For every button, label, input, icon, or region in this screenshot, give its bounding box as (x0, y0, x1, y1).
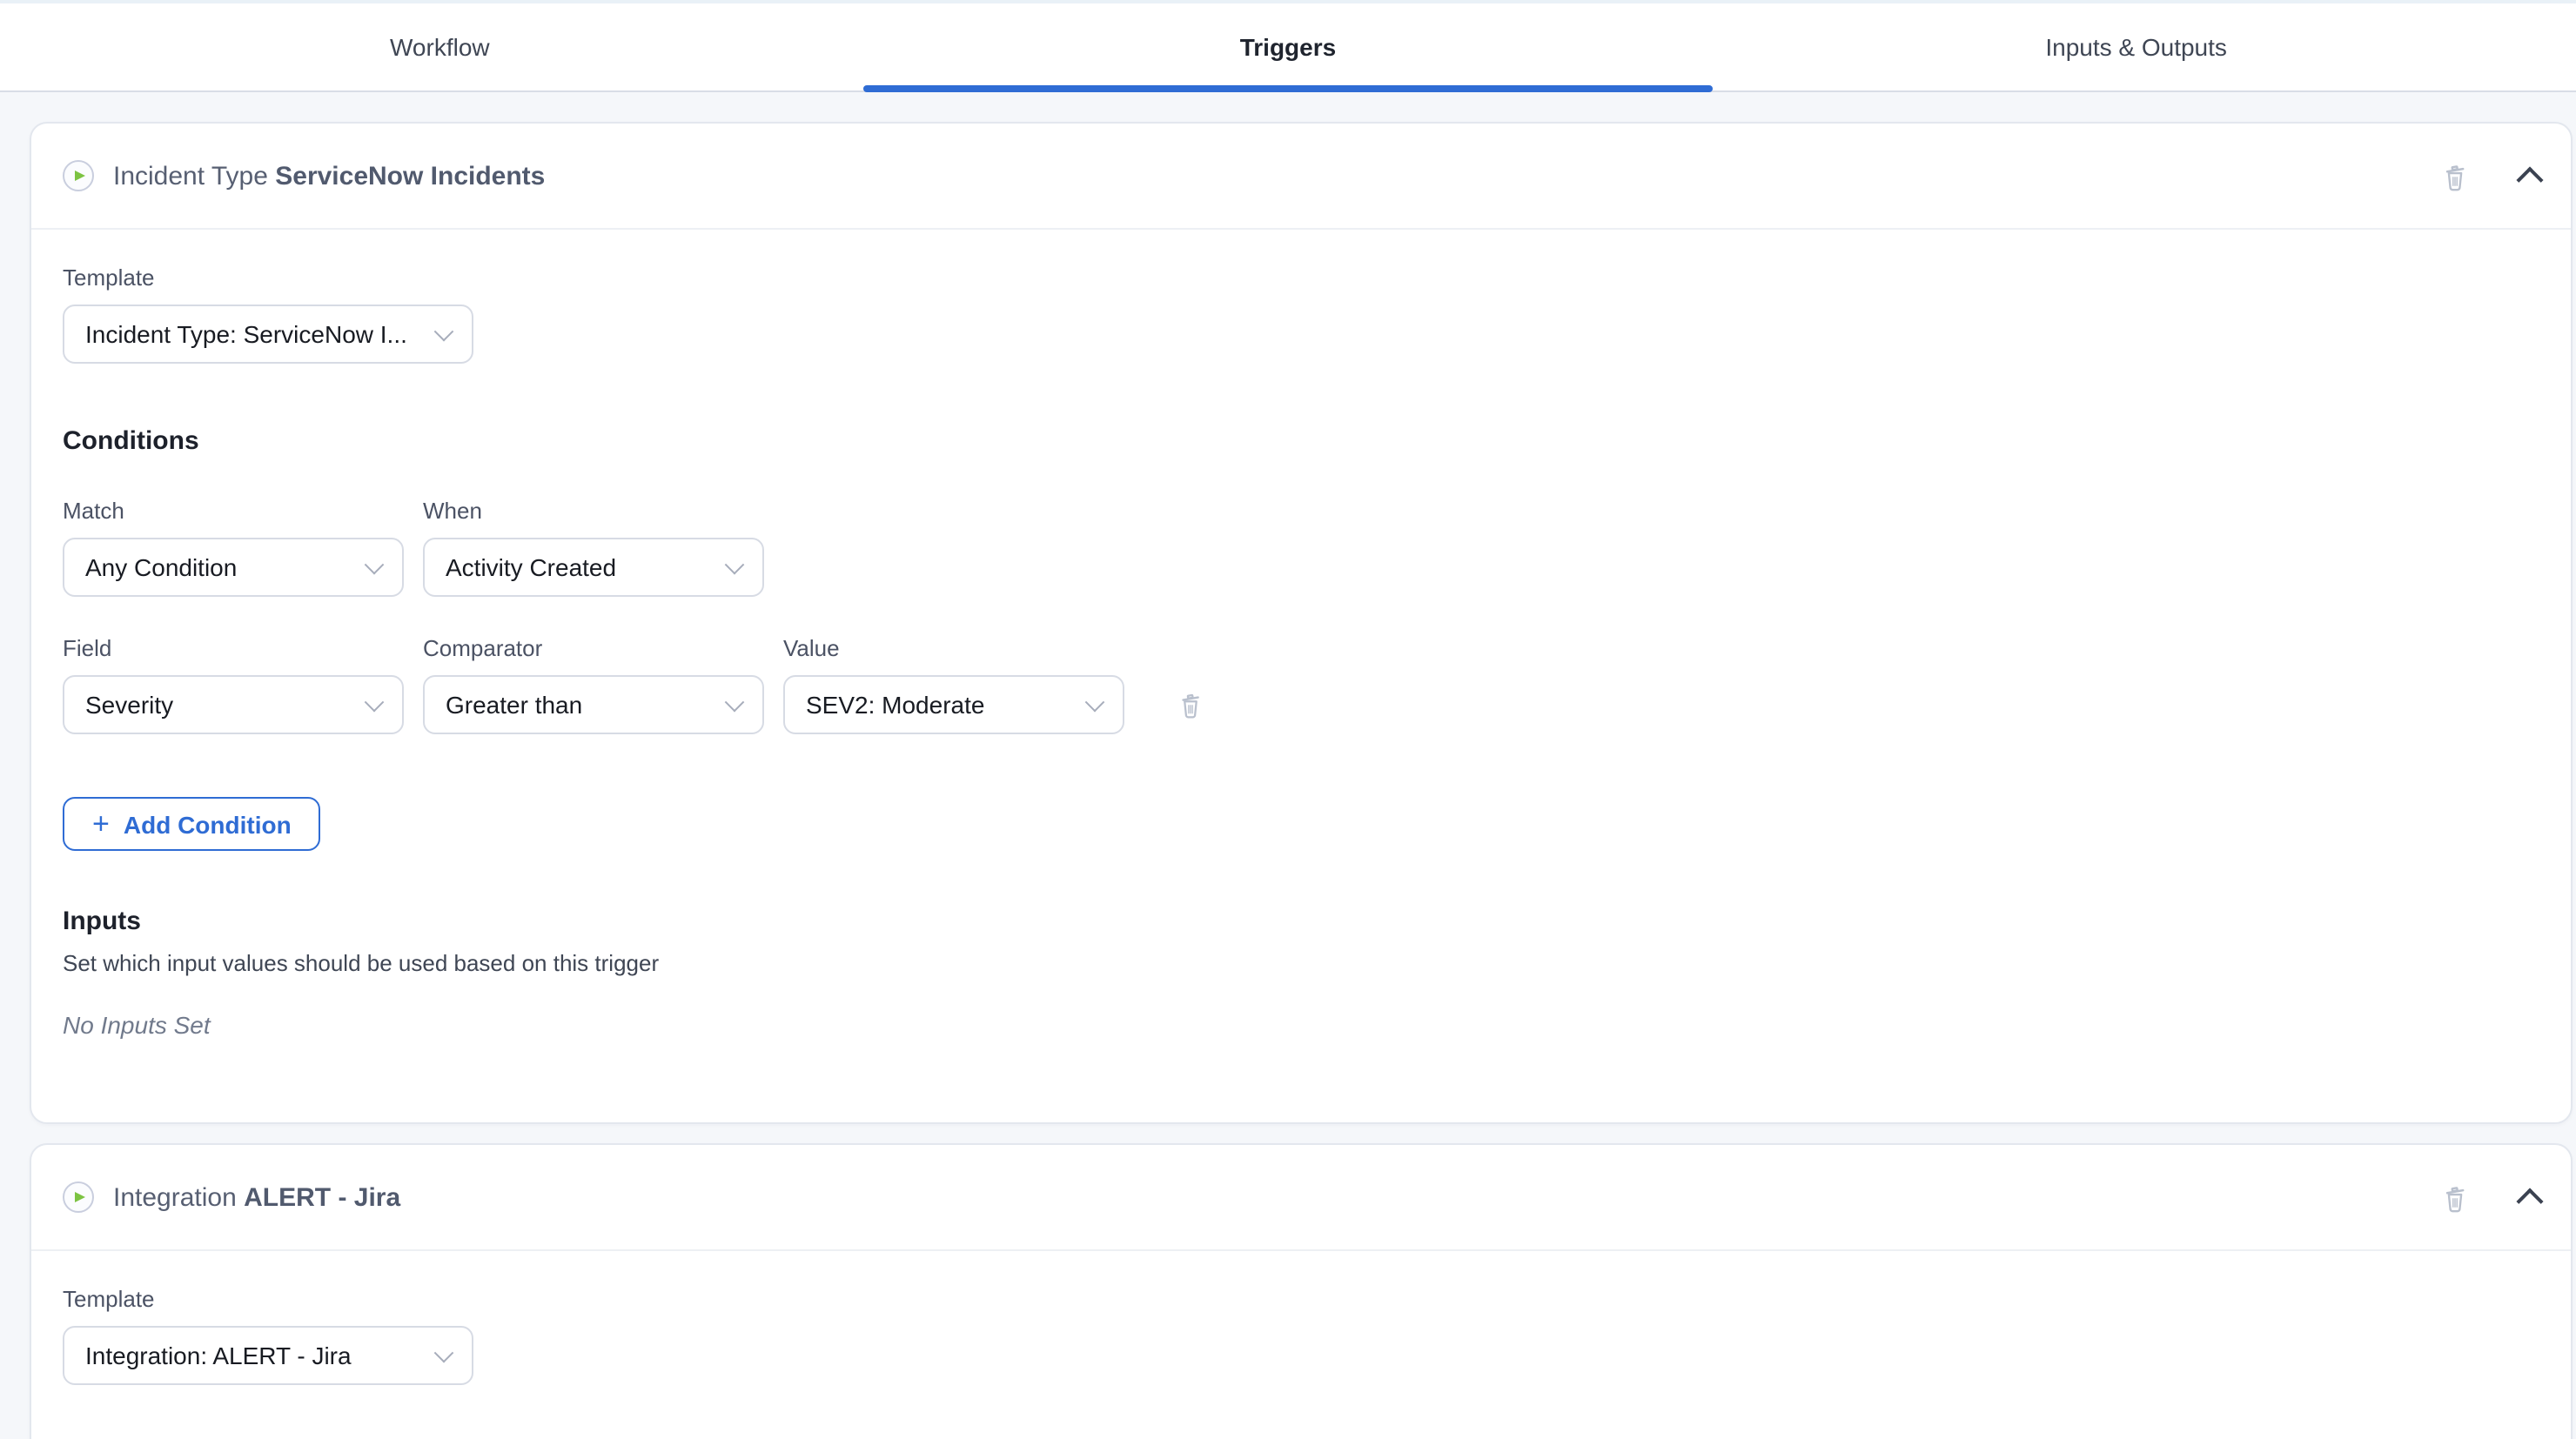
chevron-down-icon (434, 322, 454, 342)
field-field-group: Field Severity (63, 635, 404, 734)
template-label: Template (63, 264, 2539, 291)
trigger-card-body: Template Integration: ALERT - Jira (31, 1251, 2571, 1439)
template-select-value: Integration: ALERT - Jira (85, 1342, 352, 1369)
trigger-card-actions (2438, 159, 2539, 192)
chevron-down-icon (725, 693, 745, 713)
when-label: When (423, 498, 764, 524)
comparator-select[interactable]: Greater than (423, 675, 764, 734)
trigger-card-header: Incident Type ServiceNow Incidents (31, 124, 2571, 230)
trigger-card-header-left: Incident Type ServiceNow Incidents (63, 160, 545, 191)
plus-icon: + (92, 808, 110, 838)
trigger-name: ALERT - Jira (244, 1182, 400, 1212)
collapse-trigger-button[interactable] (2520, 163, 2539, 189)
template-select[interactable]: Integration: ALERT - Jira (63, 1326, 473, 1385)
value-label: Value (783, 635, 1124, 661)
triggers-panel: Incident Type ServiceNow Incidents (0, 92, 2576, 1439)
trash-icon (2438, 159, 2472, 192)
chevron-down-icon (1085, 693, 1105, 713)
field-label: Field (63, 635, 404, 661)
trigger-card-header: Integration ALERT - Jira (31, 1145, 2571, 1251)
match-field-group: Match Any Condition (63, 498, 404, 597)
when-select[interactable]: Activity Created (423, 538, 764, 597)
play-icon (63, 160, 94, 191)
condition-row-actions (1175, 675, 1206, 734)
field-select-value: Severity (85, 691, 173, 719)
comparator-field-group: Comparator Greater than (423, 635, 764, 734)
trigger-kind-label: Incident Type (113, 161, 268, 191)
inputs-description: Set which input values should be used ba… (63, 950, 2539, 976)
value-select[interactable]: SEV2: Moderate (783, 675, 1124, 734)
trigger-kind-label: Integration (113, 1182, 237, 1212)
collapse-trigger-button[interactable] (2520, 1184, 2539, 1210)
chevron-down-icon (365, 555, 385, 575)
inputs-heading: Inputs (63, 907, 2539, 936)
workflow-editor-page: Workflow Triggers Inputs & Outputs Incid… (0, 0, 2576, 1439)
comparator-select-value: Greater than (446, 691, 582, 719)
inputs-section: Inputs Set which input values should be … (63, 907, 2539, 1039)
add-condition-label: Add Condition (124, 810, 292, 838)
trigger-card-header-left: Integration ALERT - Jira (63, 1181, 400, 1213)
trigger-card-title: Integration ALERT - Jira (113, 1182, 400, 1212)
trigger-card-incident-type: Incident Type ServiceNow Incidents (30, 122, 2573, 1124)
match-label: Match (63, 498, 404, 524)
when-select-value: Activity Created (446, 553, 616, 581)
chevron-down-icon (725, 555, 745, 575)
tab-triggers[interactable]: Triggers (864, 3, 1713, 90)
trigger-card-title: Incident Type ServiceNow Incidents (113, 161, 545, 191)
comparator-label: Comparator (423, 635, 764, 661)
delete-trigger-button[interactable] (2438, 1181, 2472, 1214)
chevron-down-icon (434, 1343, 454, 1363)
conditions-heading: Conditions (63, 426, 2539, 456)
inputs-empty-state: No Inputs Set (63, 1011, 2539, 1039)
chevron-down-icon (365, 693, 385, 713)
tab-inputs-outputs[interactable]: Inputs & Outputs (1712, 3, 2560, 90)
trigger-card-actions (2438, 1181, 2539, 1214)
condition-row: Field Severity Comparator Greater than (63, 635, 2539, 734)
template-select[interactable]: Incident Type: ServiceNow I... (63, 305, 473, 364)
tab-triggers-label: Triggers (1240, 33, 1337, 61)
delete-condition-button[interactable] (1175, 689, 1206, 720)
value-select-value: SEV2: Moderate (806, 691, 984, 719)
trigger-name: ServiceNow Incidents (275, 161, 545, 191)
play-icon (63, 1181, 94, 1213)
card-body-clipped-spacer (63, 1385, 2539, 1439)
trash-icon (2438, 1181, 2472, 1214)
tab-workflow[interactable]: Workflow (16, 3, 864, 90)
active-tab-underline (864, 85, 1713, 92)
when-field-group: When Activity Created (423, 498, 764, 597)
tab-workflow-label: Workflow (390, 33, 490, 61)
chevron-up-icon (2516, 1187, 2543, 1214)
tab-bar: Workflow Triggers Inputs & Outputs (0, 3, 2576, 92)
match-when-row: Match Any Condition When Activity Create… (63, 498, 2539, 597)
delete-trigger-button[interactable] (2438, 159, 2472, 192)
trigger-card-integration: Integration ALERT - Jira (30, 1143, 2573, 1439)
tab-inputs-outputs-label: Inputs & Outputs (2045, 33, 2227, 61)
add-condition-button[interactable]: + Add Condition (63, 797, 321, 851)
field-select[interactable]: Severity (63, 675, 404, 734)
value-field-group: Value SEV2: Moderate (783, 635, 1124, 734)
template-select-value: Incident Type: ServiceNow I... (85, 320, 407, 348)
trigger-card-body: Template Incident Type: ServiceNow I... … (31, 230, 2571, 1122)
match-select[interactable]: Any Condition (63, 538, 404, 597)
match-select-value: Any Condition (85, 553, 237, 581)
template-label: Template (63, 1286, 2539, 1312)
trash-icon (1175, 689, 1206, 720)
chevron-up-icon (2516, 165, 2543, 192)
